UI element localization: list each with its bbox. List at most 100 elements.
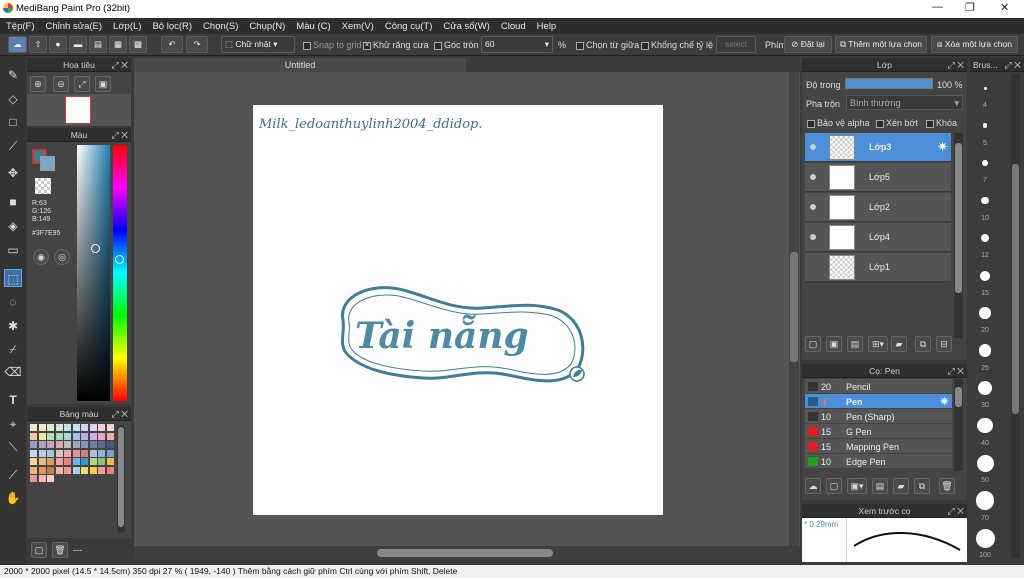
palette-swatch[interactable] bbox=[47, 466, 54, 474]
gear-icon[interactable]: ✷ bbox=[937, 139, 948, 155]
palette-swatch[interactable] bbox=[72, 441, 80, 448]
brush-size-scrollbar[interactable] bbox=[1011, 74, 1020, 558]
gear-icon[interactable]: ✷ bbox=[940, 395, 949, 408]
panel-close-icon[interactable]: ⤢ ✕ bbox=[111, 128, 128, 142]
panel-close-icon[interactable]: ⤢ ✕ bbox=[947, 504, 964, 518]
duplicate-layer-icon[interactable]: ⧉ bbox=[915, 336, 931, 352]
palette-swatch[interactable] bbox=[98, 424, 105, 431]
palette-swatch[interactable] bbox=[47, 449, 54, 457]
brush-folder-icon[interactable]: ▰ bbox=[893, 478, 909, 494]
menu-layer[interactable]: Lớp(L) bbox=[113, 21, 141, 32]
snap-option[interactable]: Snap to grid bbox=[303, 40, 362, 50]
palette-swatch[interactable] bbox=[106, 424, 114, 431]
reset-button[interactable]: ⊘ Đặt lại bbox=[784, 36, 832, 53]
eraser-tool-icon[interactable]: ◇ bbox=[4, 90, 22, 108]
brush-size-dot[interactable] bbox=[978, 344, 992, 357]
palette-swatch[interactable] bbox=[30, 449, 37, 457]
cloud-brush-icon[interactable]: ☁ bbox=[805, 478, 821, 494]
palette-scrollbar[interactable] bbox=[117, 425, 125, 533]
palette-swatch[interactable] bbox=[72, 449, 80, 457]
palette-swatch[interactable] bbox=[81, 432, 88, 440]
palette-swatch[interactable] bbox=[81, 449, 88, 457]
palette-swatch[interactable] bbox=[30, 424, 37, 431]
minimize-icon[interactable]: — bbox=[932, 1, 943, 13]
share-icon[interactable]: ⇧ bbox=[29, 36, 47, 53]
operation-tool-icon[interactable]: ⌖ bbox=[4, 415, 22, 433]
brush-tool-icon[interactable]: ✎ bbox=[4, 66, 22, 84]
palette-swatch[interactable] bbox=[81, 458, 88, 465]
menu-tools[interactable]: Công cụ(T) bbox=[385, 21, 433, 32]
brush-size-dot[interactable] bbox=[982, 123, 988, 128]
panel-close-icon[interactable]: ⤢ ✕ bbox=[111, 58, 128, 72]
palette-swatch[interactable] bbox=[89, 458, 97, 465]
brush-item[interactable]: 4 Pen ✷ bbox=[805, 394, 952, 409]
brush-size-dot[interactable] bbox=[975, 491, 995, 510]
panel-close-icon[interactable]: ⤢ ✕ bbox=[111, 407, 128, 421]
brush-copy-icon[interactable]: ▤ bbox=[872, 478, 888, 494]
palette-swatch[interactable] bbox=[38, 475, 46, 482]
palette-swatch[interactable] bbox=[55, 424, 63, 431]
palette-swatch[interactable] bbox=[89, 466, 97, 474]
horizontal-scrollbar[interactable] bbox=[134, 546, 800, 560]
gradient-tool-icon[interactable]: ▭ bbox=[4, 241, 22, 259]
palette-swatch[interactable] bbox=[47, 441, 54, 448]
layer-row[interactable]: Lớp1 bbox=[805, 253, 951, 282]
brush-size-dot[interactable] bbox=[977, 417, 993, 434]
palette-swatch[interactable] bbox=[72, 466, 80, 474]
antialias-option[interactable]: × Khử răng cưa bbox=[363, 40, 429, 50]
eye-icon[interactable] bbox=[810, 174, 816, 180]
shape-select[interactable]: ⬚ Chữ nhật ▾ bbox=[221, 36, 295, 53]
fit-icon[interactable]: ⤢ bbox=[74, 76, 90, 92]
corner-option[interactable]: Góc tròn bbox=[434, 40, 479, 50]
brush-size-dot[interactable] bbox=[980, 233, 990, 243]
layer-scrollbar[interactable] bbox=[954, 133, 963, 338]
divide-tool-icon[interactable]: ⟍ bbox=[4, 438, 22, 456]
blend-select[interactable]: Bình thường ▾ bbox=[846, 95, 963, 110]
lasso-tool-icon[interactable]: ◌ bbox=[4, 293, 22, 311]
palette-swatch[interactable] bbox=[106, 441, 114, 448]
palette-swatch[interactable] bbox=[47, 432, 54, 440]
hue-slider[interactable] bbox=[113, 145, 127, 401]
brush-delete-icon[interactable]: 🗑 bbox=[939, 478, 955, 494]
palette-swatch[interactable] bbox=[81, 424, 88, 431]
folder-icon[interactable]: ▰ bbox=[891, 336, 907, 352]
actual-size-icon[interactable]: ▣ bbox=[95, 76, 111, 92]
palette-swatch[interactable] bbox=[38, 424, 46, 431]
brush-item[interactable]: 15 Mapping Pen bbox=[805, 439, 952, 454]
menu-color[interactable]: Màu (C) bbox=[296, 21, 330, 32]
page-icon[interactable]: ▤ bbox=[89, 36, 107, 53]
palette-swatch[interactable] bbox=[30, 441, 37, 448]
palette-swatch[interactable] bbox=[72, 432, 80, 440]
layer-row[interactable]: Lớp3 ✷ bbox=[805, 133, 951, 162]
delete-selection-button[interactable]: ⧈ Xóa một lựa chọn bbox=[931, 36, 1018, 53]
undo-icon[interactable]: ↶ bbox=[161, 36, 183, 53]
menu-file[interactable]: Tệp(F) bbox=[6, 21, 35, 32]
document-canvas[interactable]: Milk_ledoanthuylinh2004_ddidop. Tài nẵng bbox=[253, 105, 663, 515]
brush-size-dot[interactable] bbox=[981, 196, 989, 205]
brush-size-dot[interactable] bbox=[976, 454, 994, 472]
palette-swatch[interactable] bbox=[81, 466, 88, 474]
palette-swatch[interactable] bbox=[89, 424, 97, 431]
new-layer-icon[interactable]: ▢ bbox=[805, 336, 821, 352]
palette-swatch[interactable] bbox=[98, 466, 105, 474]
palette-swatch[interactable] bbox=[64, 458, 71, 465]
layer-row[interactable]: Lớp2 bbox=[805, 193, 951, 222]
palette-swatch[interactable] bbox=[81, 441, 88, 448]
eye-icon[interactable] bbox=[810, 234, 816, 240]
palette-swatch[interactable] bbox=[55, 441, 63, 448]
palette-swatch[interactable] bbox=[47, 424, 54, 431]
palette-swatch[interactable] bbox=[64, 466, 71, 474]
center-option[interactable]: Chọn từ giữa bbox=[576, 40, 639, 50]
new-8bit-layer-icon[interactable]: ▤ bbox=[847, 336, 863, 352]
maximize-icon[interactable]: ❐ bbox=[965, 1, 975, 14]
cloud-icon[interactable]: ☁ bbox=[8, 36, 27, 53]
panel-close-icon[interactable]: ⤢ ✕ bbox=[1004, 58, 1021, 72]
eyedropper-tool-icon[interactable]: ⟋ bbox=[4, 466, 22, 484]
new-halftone-layer-icon[interactable]: ▣ bbox=[826, 336, 842, 352]
palette-swatch[interactable] bbox=[64, 424, 71, 431]
merge-layer-icon[interactable]: ⊟ bbox=[936, 336, 952, 352]
brush-item[interactable]: 20 Pencil bbox=[805, 379, 952, 394]
palette-swatch[interactable] bbox=[55, 466, 63, 474]
palette-swatch[interactable] bbox=[38, 432, 46, 440]
select-pen-tool-icon[interactable]: ⌿ bbox=[4, 340, 22, 358]
